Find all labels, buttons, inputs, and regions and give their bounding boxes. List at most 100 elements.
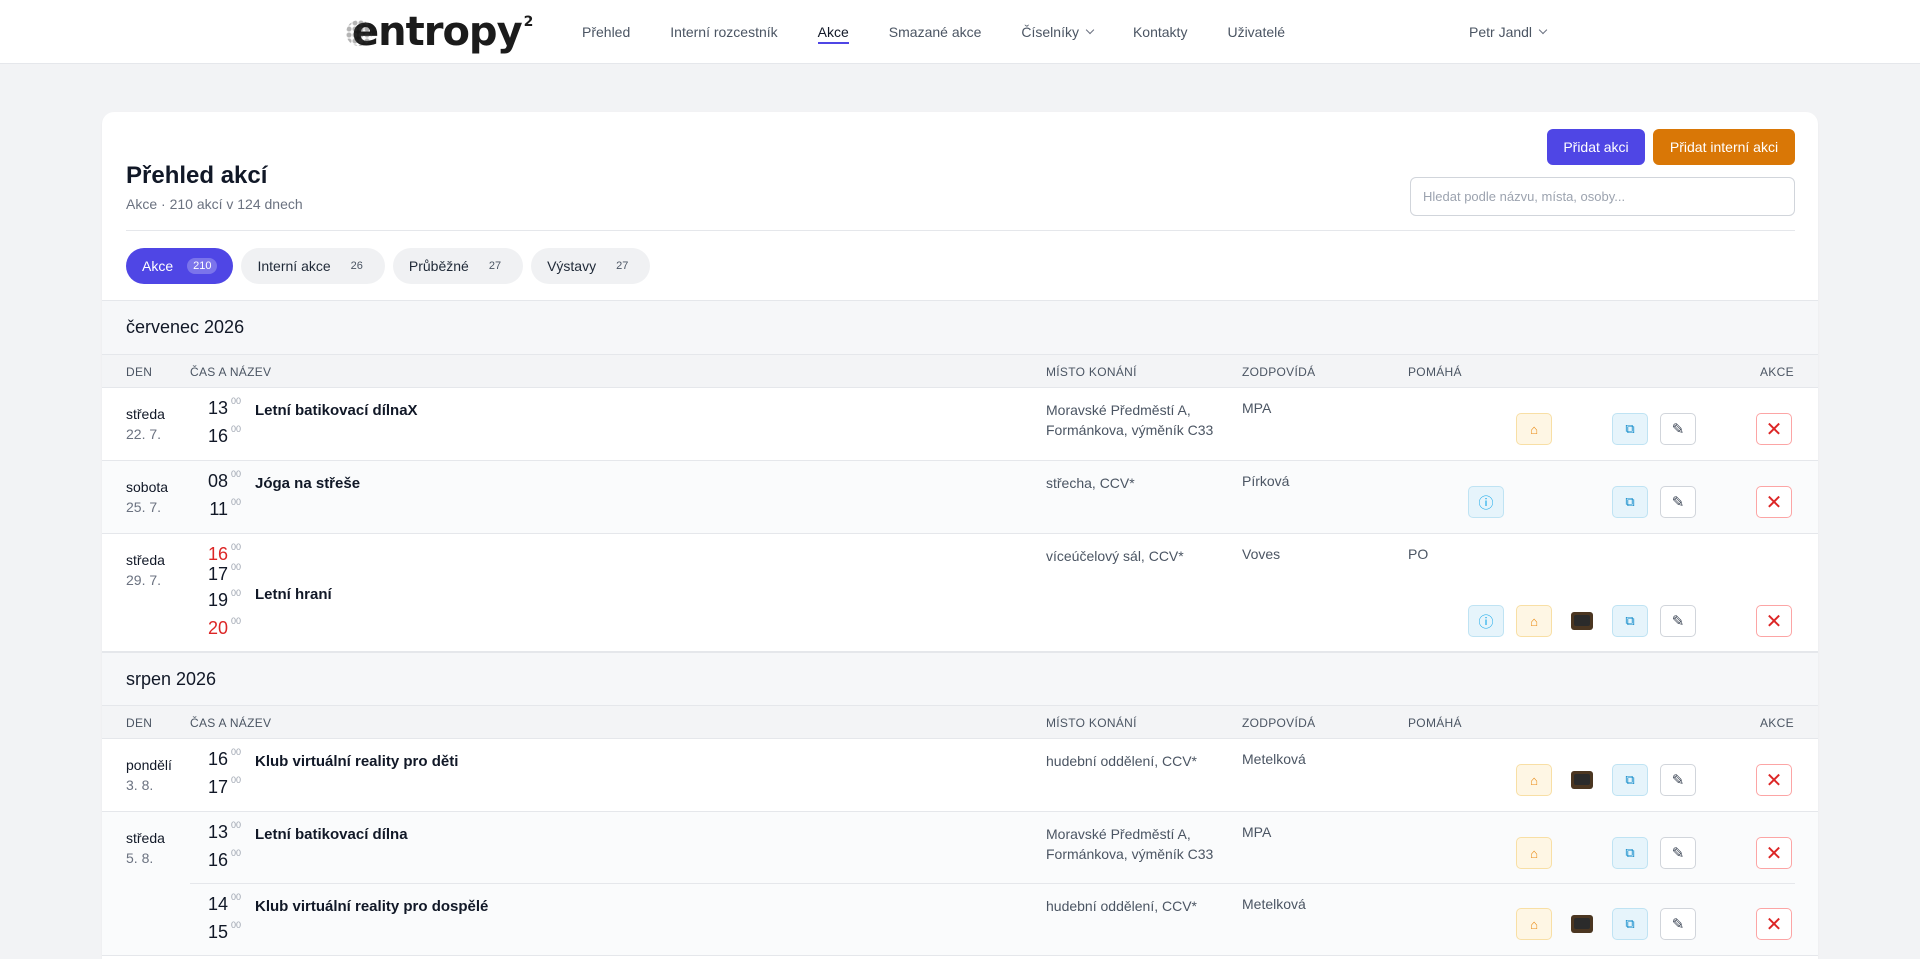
page-title: Přehled akcí: [126, 162, 268, 189]
event-responsible: MPA: [1242, 400, 1272, 416]
main-nav: Přehled Interní rozcestník Akce Smazané …: [582, 0, 1325, 64]
user-name: Petr Jandl: [1469, 24, 1533, 40]
time-minute: 00: [231, 396, 242, 406]
col-helper: POMÁHÁ: [1408, 365, 1462, 379]
time-hour: 17: [207, 777, 228, 797]
search-input[interactable]: [1410, 177, 1795, 216]
row-date: 25. 7.: [126, 499, 162, 515]
entropy-logo[interactable]: entropy 2: [346, 9, 533, 55]
edit-icon[interactable]: ✎: [1660, 764, 1696, 796]
cake-icon[interactable]: ⌂: [1516, 413, 1552, 445]
table-row[interactable]: sobota 25. 7. 08 00 11 00 Jóga na střeše…: [102, 461, 1818, 534]
nav-item-interni-rozcestnik[interactable]: Interní rozcestník: [670, 0, 777, 64]
tab-interni-akce[interactable]: Interní akce 26: [241, 248, 385, 284]
event-title[interactable]: Klub virtuální reality pro děti: [255, 753, 458, 770]
event-place: hudební oddělení, CCV*: [1046, 898, 1197, 914]
col-day: DEN: [126, 716, 153, 730]
col-place: MÍSTO KONÁNÍ: [1046, 365, 1137, 379]
event-responsible: Metelková: [1242, 751, 1306, 767]
event-title[interactable]: Klub virtuální reality pro dospělé: [255, 898, 488, 915]
nav-item-uzivatele[interactable]: Uživatelé: [1227, 0, 1285, 64]
event-title[interactable]: Jóga na střeše: [255, 475, 360, 492]
table-row[interactable]: středa 5. 8. 13 00 16 00 Letní batikovac…: [102, 812, 1818, 884]
tv-icon[interactable]: [1564, 908, 1600, 940]
row-day-name: sobota: [126, 479, 169, 495]
event-title[interactable]: Letní batikovací dílna: [255, 826, 408, 843]
time-hour: 08: [207, 471, 228, 491]
nav-item-ciselniky[interactable]: Číselníky: [1021, 0, 1095, 64]
time-hour: 16: [207, 749, 228, 769]
tab-label: Akce: [142, 258, 174, 274]
table-row[interactable]: středa 22. 7. 13 00 16 00 Letní batikova…: [102, 388, 1818, 461]
event-helper: PO: [1408, 546, 1429, 562]
copy-icon[interactable]: ⧉: [1612, 908, 1648, 940]
delete-icon[interactable]: ✕: [1756, 908, 1792, 940]
tab-count: 27: [616, 260, 629, 272]
copy-icon[interactable]: ⧉: [1612, 605, 1648, 637]
tv-icon-shape: [1571, 771, 1593, 789]
copy-icon[interactable]: ⧉: [1612, 764, 1648, 796]
time-hour: 13: [207, 822, 228, 842]
info-icon[interactable]: ⓘ: [1468, 605, 1504, 637]
time-hour: 20: [207, 618, 228, 638]
row-date: 29. 7.: [126, 572, 162, 588]
edit-icon[interactable]: ✎: [1660, 413, 1696, 445]
time-minute: 00: [231, 747, 242, 757]
tab-akce[interactable]: Akce 210: [126, 248, 234, 284]
cake-icon[interactable]: ⌂: [1516, 908, 1552, 940]
table-row[interactable]: středa 29. 7. 16 00 17 00 19 00 20 00 Le…: [102, 534, 1818, 652]
add-event-button[interactable]: Přidat akci: [1547, 129, 1645, 165]
cake-icon[interactable]: ⌂: [1516, 764, 1552, 796]
row-date: 3. 8.: [126, 777, 154, 793]
copy-icon[interactable]: ⧉: [1612, 413, 1648, 445]
event-title[interactable]: Letní batikovací dílnaX: [255, 402, 418, 419]
tab-count: 27: [488, 260, 502, 272]
delete-icon[interactable]: ✕: [1756, 605, 1792, 637]
delete-icon[interactable]: ✕: [1756, 764, 1792, 796]
edit-icon[interactable]: ✎: [1660, 605, 1696, 637]
time-hour: 16: [207, 850, 228, 870]
tv-icon[interactable]: [1564, 764, 1600, 796]
table-row[interactable]: pondělí 3. 8. 16 00 17 00 Klub virtuální…: [102, 739, 1818, 812]
copy-icon[interactable]: ⧉: [1612, 837, 1648, 869]
row-day-name: středa: [126, 830, 165, 846]
row-day-name: středa: [126, 552, 165, 568]
nav-item-akce[interactable]: Akce: [817, 0, 849, 64]
add-internal-event-button[interactable]: Přidat interní akci: [1653, 129, 1795, 165]
header-divider: [126, 230, 1795, 231]
time-hour: 17: [207, 564, 228, 584]
col-day: DEN: [126, 365, 153, 379]
logo-text: entropy: [352, 9, 523, 55]
cake-icon[interactable]: ⌂: [1516, 605, 1552, 637]
nav-item-prehled[interactable]: Přehled: [582, 0, 630, 64]
col-place: MÍSTO KONÁNÍ: [1046, 716, 1137, 730]
delete-icon[interactable]: ✕: [1756, 413, 1792, 445]
edit-icon[interactable]: ✎: [1660, 908, 1696, 940]
top-navigation-bar: entropy 2 Přehled Interní rozcestník Akc…: [0, 0, 1920, 64]
nav-item-kontakty[interactable]: Kontakty: [1133, 0, 1187, 64]
tab-label: Průběžné: [408, 258, 469, 274]
delete-icon[interactable]: ✕: [1756, 486, 1792, 518]
info-icon[interactable]: ⓘ: [1468, 486, 1504, 518]
edit-icon[interactable]: ✎: [1660, 486, 1696, 518]
time-minute: 00: [231, 848, 242, 858]
tab-prubezne[interactable]: Průběžné 27: [392, 248, 524, 284]
edit-icon[interactable]: ✎: [1660, 837, 1696, 869]
user-menu[interactable]: Petr Jandl: [1469, 0, 1548, 64]
table-row[interactable]: 14 00 15 00 Klub virtuální reality pro d…: [102, 884, 1818, 956]
month-header: červenec 2026: [102, 300, 1818, 354]
tv-icon[interactable]: [1564, 605, 1600, 637]
event-place: víceúčelový sál, CCV*: [1046, 548, 1184, 564]
time-minute: 00: [231, 588, 242, 598]
copy-icon[interactable]: ⧉: [1612, 486, 1648, 518]
month-title: červenec 2026: [126, 317, 245, 337]
tab-vystavy[interactable]: Výstavy 27: [531, 248, 651, 284]
delete-icon[interactable]: ✕: [1756, 837, 1792, 869]
chevron-down-icon: [1085, 25, 1095, 35]
cake-icon[interactable]: ⌂: [1516, 837, 1552, 869]
time-minute: 00: [231, 542, 242, 552]
event-title[interactable]: Letní hraní: [255, 586, 332, 603]
nav-item-smazane-akce[interactable]: Smazané akce: [889, 0, 982, 64]
month-header: srpen 2026: [102, 652, 1818, 706]
time-minute: 00: [231, 562, 242, 572]
